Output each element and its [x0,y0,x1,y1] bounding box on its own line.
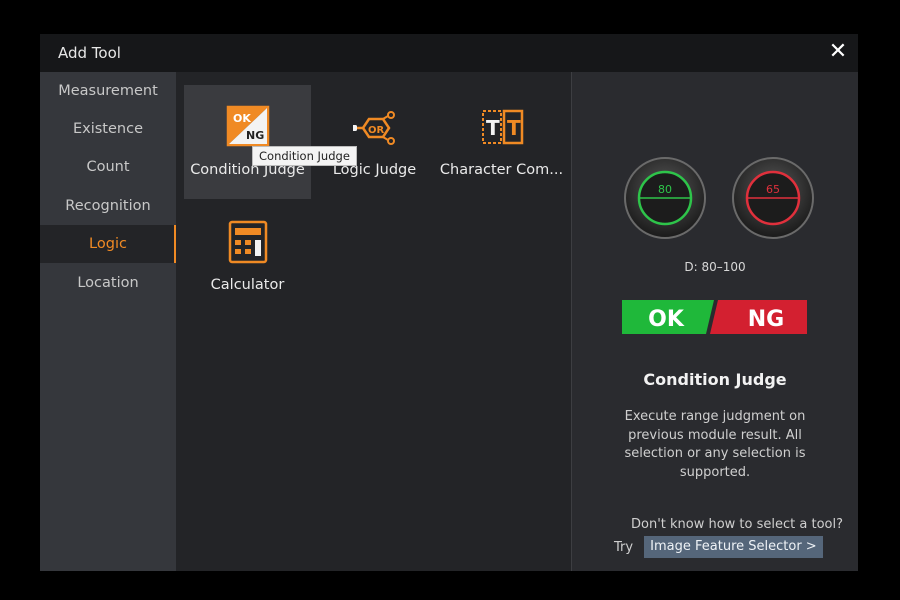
tool-detail-panel: 80 65 D: 80–100 OK NG Condition Judge Ex… [572,72,858,571]
svg-text:NG: NG [246,129,264,142]
ok-ng-banner: OK NG [622,300,807,334]
dialog-title: Add Tool [58,44,121,62]
ng-gauge: 65 [732,157,814,239]
tool-label: Calculator [210,277,285,293]
svg-text:T: T [486,116,500,140]
ok-gauge: 80 [624,157,706,239]
ng-label: NG [748,307,784,332]
svg-text:OK: OK [233,112,251,125]
sidebar-item-logic[interactable]: Logic [40,225,176,263]
tool-calculator[interactable]: Calculator [184,200,311,314]
calculator-icon [228,220,268,264]
help-question: Don't know how to select a tool? [630,517,843,532]
ok-label: OK [648,307,685,332]
sidebar-item-recognition[interactable]: Recognition [40,187,176,225]
title-bar: Add Tool ✕ [40,34,858,72]
tooltip: Condition Judge [252,146,357,166]
sidebar-item-measurement[interactable]: Measurement [40,72,176,110]
preview-gauges: 80 65 [624,157,814,239]
tool-grid: OK NG Condition Judge OR Logic Judge T T… [176,72,572,571]
tt-compare-icon: T T [482,109,524,145]
svg-text:OR: OR [368,125,385,136]
svg-text:T: T [507,116,521,140]
range-text: D: 80–100 [684,260,746,274]
close-icon[interactable]: ✕ [826,40,850,64]
detail-description: Execute range judgment on previous modul… [624,409,806,480]
add-tool-dialog: Add Tool ✕ Measurement Existence Count R… [40,34,858,571]
try-label: Try [614,539,634,555]
tool-character-compare[interactable]: T T Character Com... [438,85,565,199]
tool-logic-judge[interactable]: OR Logic Judge [311,85,438,199]
image-feature-selector-button[interactable]: Image Feature Selector > [644,536,823,558]
sidebar-item-location[interactable]: Location [40,264,176,302]
sidebar-item-count[interactable]: Count [40,148,176,186]
sidebar-item-existence[interactable]: Existence [40,110,176,148]
category-sidebar: Measurement Existence Count Recognition … [40,72,176,571]
detail-title: Condition Judge [643,370,787,389]
ng-gauge-value: 65 [766,183,780,196]
ok-ng-icon: OK NG [226,105,270,147]
tool-label: Character Com... [439,162,564,178]
help-try-row: Try Image Feature Selector > [614,536,823,560]
ok-gauge-value: 80 [658,183,672,196]
or-logic-icon: OR [353,111,395,145]
tool-condition-judge[interactable]: OK NG Condition Judge [184,85,311,199]
